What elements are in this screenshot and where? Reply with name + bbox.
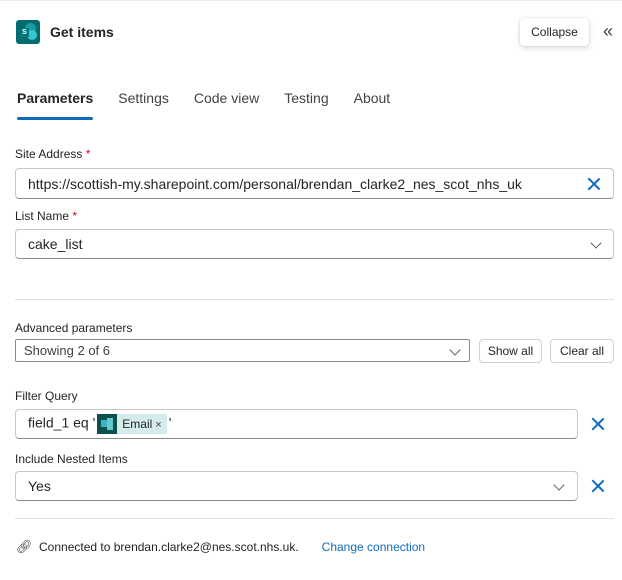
connection-text: Connected to brendan.clarke2@nes.scot.nh… [39,540,299,554]
list-name-dropdown[interactable]: cake_list [15,229,614,259]
list-name-value: cake_list [28,236,83,252]
filter-query-value: field_1 eq ' Email × ' [16,414,577,434]
tab-bar: Parameters Settings Code view Testing Ab… [17,90,415,120]
chevron-down-icon [450,346,460,356]
show-all-button[interactable]: Show all [479,339,542,363]
filter-query-label: Filter Query [15,389,78,403]
filter-query-input[interactable]: field_1 eq ' Email × ' [15,409,578,439]
tab-code-view[interactable]: Code view [194,90,259,120]
footer-divider [15,518,614,519]
site-address-label-text: Site Address [15,147,83,161]
advanced-parameters-label: Advanced parameters [15,321,133,335]
clear-all-button[interactable]: Clear all [550,339,614,363]
include-nested-items-label: Include Nested Items [15,452,128,466]
required-mark: * [72,209,78,223]
sharepoint-icon: S [16,20,40,44]
link-icon: 🔗︎ [16,539,33,554]
tab-settings[interactable]: Settings [118,90,169,120]
action-title: Get items [50,24,114,40]
advanced-parameters-value: Showing 2 of 6 [24,343,111,358]
required-mark: * [85,147,91,161]
filter-query-suffix: ' [168,414,172,431]
site-address-label: Site Address * [15,147,90,161]
tab-testing[interactable]: Testing [284,90,328,120]
include-nested-items-dropdown[interactable]: Yes [15,471,578,501]
dynamic-content-token[interactable]: Email × [97,414,167,434]
tab-parameters[interactable]: Parameters [17,90,94,120]
collapse-button[interactable]: « [600,22,616,42]
chevron-down-icon [554,481,564,491]
include-nested-items-value: Yes [28,478,51,494]
close-icon[interactable] [587,177,601,191]
section-divider [15,299,614,300]
action-header: S Get items [16,20,114,44]
connection-footer: 🔗︎ Connected to brendan.clarke2@nes.scot… [16,539,425,555]
tab-about[interactable]: About [354,90,391,120]
token-label-text: Email [122,417,153,431]
token-remove-icon[interactable]: × [155,419,161,431]
forms-icon [97,414,118,434]
site-address-value: https://scottish-my.sharepoint.com/perso… [28,175,522,192]
remove-filter-query-icon[interactable] [591,417,605,431]
site-address-input[interactable]: https://scottish-my.sharepoint.com/perso… [15,168,614,199]
list-name-label: List Name * [15,209,77,223]
double-chevron-left-icon: « [602,21,613,41]
top-border [0,0,622,1]
token-label: Email × [117,417,166,431]
collapse-tooltip: Collapse [520,18,589,46]
advanced-parameters-dropdown[interactable]: Showing 2 of 6 [15,339,470,362]
remove-nested-items-icon[interactable] [591,479,605,493]
change-connection-link[interactable]: Change connection [322,540,425,554]
filter-query-prefix: field_1 eq ' [28,414,96,431]
chevron-down-icon [591,239,601,249]
list-name-label-text: List Name [15,209,70,223]
